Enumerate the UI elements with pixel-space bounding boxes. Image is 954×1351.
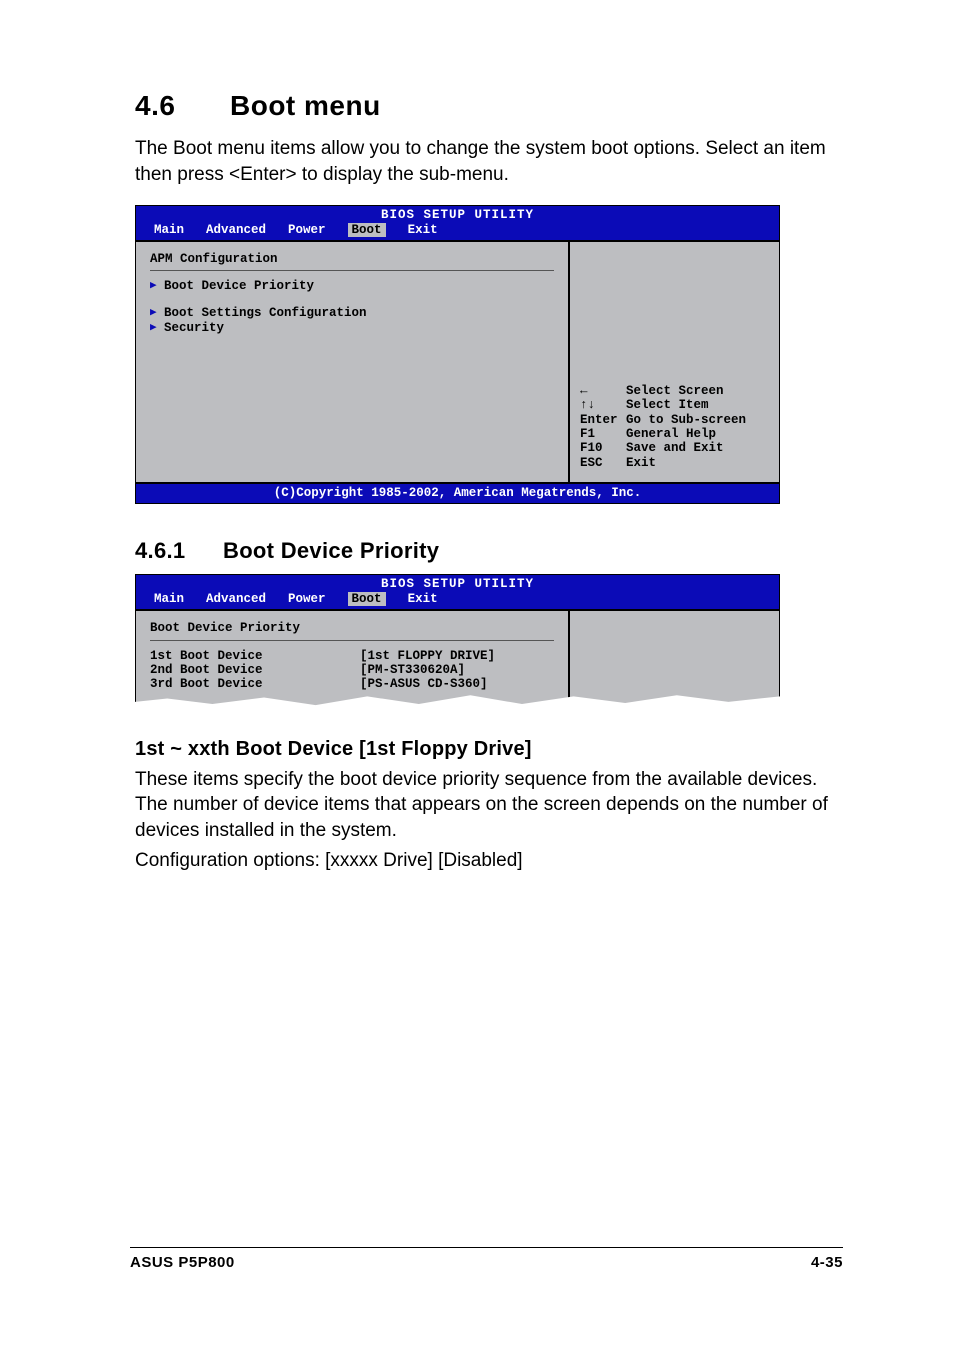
help-desc: Go to Sub-screen: [626, 413, 746, 427]
subsection-title-text: Boot Device Priority: [223, 538, 439, 563]
bios-item-label: Boot Device Priority: [164, 279, 554, 293]
bios-tab-boot[interactable]: Boot: [348, 592, 386, 606]
help-key-row: EnterGo to Sub-screen: [580, 413, 769, 427]
help-key: ESC: [580, 456, 626, 470]
help-key: Enter: [580, 413, 626, 427]
help-key-row: F1General Help: [580, 427, 769, 441]
help-key: ←: [580, 384, 626, 398]
submenu-arrow-icon: ▶: [150, 306, 164, 320]
footer-page-number: 4-35: [811, 1254, 843, 1271]
bios-copyright: (C)Copyright 1985-2002, American Megatre…: [136, 482, 779, 503]
bios-tab-boot[interactable]: Boot: [348, 223, 386, 237]
bios-setting-row[interactable]: 2nd Boot Device [PM-ST330620A]: [150, 663, 554, 677]
bios-setting-row[interactable]: 1st Boot Device [1st FLOPPY DRIVE]: [150, 649, 554, 663]
bios-tab-advanced[interactable]: Advanced: [206, 592, 266, 606]
bios-help-pane: ←Select Screen ↑↓Select Item EnterGo to …: [570, 242, 779, 482]
bios-tab-power[interactable]: Power: [288, 223, 326, 237]
section-number: 4.6: [135, 90, 230, 122]
bios-screenshot-boot-menu: BIOS SETUP UTILITY Main Advanced Power B…: [135, 205, 780, 504]
bios-setting-value: [1st FLOPPY DRIVE]: [360, 649, 554, 663]
bios-tab-main[interactable]: Main: [154, 592, 184, 606]
help-desc: Select Item: [626, 398, 709, 412]
help-desc: Save and Exit: [626, 441, 724, 455]
help-key: F10: [580, 441, 626, 455]
help-key-row: ↑↓Select Item: [580, 398, 769, 412]
bios-tab-bar: Main Advanced Power Boot Exit: [136, 592, 779, 609]
bios-setting-key: 2nd Boot Device: [150, 663, 360, 677]
bios-menu-item[interactable]: ▶ Security: [150, 321, 554, 335]
bios-menu-item[interactable]: ▶ Boot Settings Configuration: [150, 306, 554, 320]
submenu-arrow-icon: ▶: [150, 321, 164, 335]
bios-setting-value: [PS-ASUS CD-S360]: [360, 677, 554, 691]
item-paragraph-2: Configuration options: [xxxxx Drive] [Di…: [135, 848, 839, 874]
bios-tab-main[interactable]: Main: [154, 223, 184, 237]
bios-tab-exit[interactable]: Exit: [408, 592, 438, 606]
bios-setting-key: 3rd Boot Device: [150, 677, 360, 691]
submenu-arrow-icon: ▶: [150, 279, 164, 293]
spacer: [150, 295, 554, 305]
bios-help-pane: [570, 611, 779, 710]
bios-tab-exit[interactable]: Exit: [408, 223, 438, 237]
help-desc: Exit: [626, 456, 656, 470]
bios-help-keys: ←Select Screen ↑↓Select Item EnterGo to …: [580, 384, 769, 470]
page-footer: ASUS P5P800 4-35: [130, 1247, 843, 1271]
help-desc: General Help: [626, 427, 716, 441]
help-key-row: ESCExit: [580, 456, 769, 470]
bios-title: BIOS SETUP UTILITY: [136, 575, 779, 591]
help-key-row: ←Select Screen: [580, 384, 769, 398]
bios-header: BIOS SETUP UTILITY Main Advanced Power B…: [136, 206, 779, 242]
bios-item-label: Boot Settings Configuration: [164, 306, 554, 320]
help-desc: Select Screen: [626, 384, 724, 398]
bios-tab-power[interactable]: Power: [288, 592, 326, 606]
bios-pane-heading: APM Configuration: [150, 252, 554, 271]
section-title-text: Boot menu: [230, 90, 381, 121]
bios-left-pane: APM Configuration ▶ Boot Device Priority…: [136, 242, 570, 482]
help-key: F1: [580, 427, 626, 441]
bios-setting-value: [PM-ST330620A]: [360, 663, 554, 677]
bios-tab-bar: Main Advanced Power Boot Exit: [136, 223, 779, 240]
help-key-row: F10Save and Exit: [580, 441, 769, 455]
item-paragraph-1: These items specify the boot device prio…: [135, 767, 839, 844]
bios-title: BIOS SETUP UTILITY: [136, 206, 779, 222]
bios-item-label: Security: [164, 321, 554, 335]
bios-header: BIOS SETUP UTILITY Main Advanced Power B…: [136, 575, 779, 611]
bios-setting-key: 1st Boot Device: [150, 649, 360, 663]
help-key: ↑↓: [580, 398, 626, 412]
intro-paragraph: The Boot menu items allow you to change …: [135, 136, 839, 187]
bios-left-pane: Boot Device Priority 1st Boot Device [1s…: [136, 611, 570, 710]
item-heading: 1st ~ xxth Boot Device [1st Floppy Drive…: [135, 738, 839, 761]
section-heading: 4.6Boot menu: [135, 90, 839, 122]
bios-tab-advanced[interactable]: Advanced: [206, 223, 266, 237]
footer-product: ASUS P5P800: [130, 1254, 235, 1271]
bios-pane-heading: Boot Device Priority: [150, 621, 554, 640]
subsection-heading: 4.6.1Boot Device Priority: [135, 538, 839, 564]
subsection-number: 4.6.1: [135, 538, 223, 564]
bios-screenshot-boot-device-priority: BIOS SETUP UTILITY Main Advanced Power B…: [135, 574, 780, 709]
bios-setting-row[interactable]: 3rd Boot Device [PS-ASUS CD-S360]: [150, 677, 554, 691]
bios-menu-item[interactable]: ▶ Boot Device Priority: [150, 279, 554, 293]
